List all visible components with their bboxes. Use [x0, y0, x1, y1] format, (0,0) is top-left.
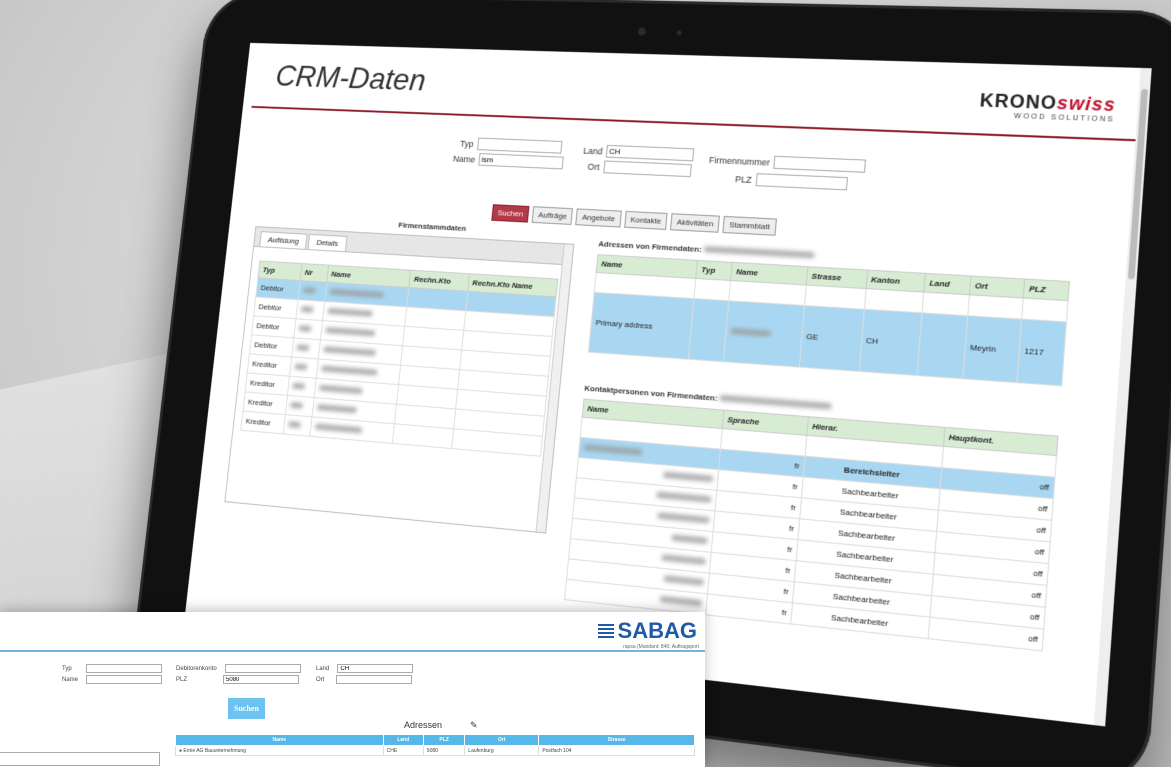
logo-brand: KRONO	[979, 90, 1058, 114]
sabag-land-label: Land	[316, 665, 330, 672]
row-name: ● Ernie AG Bauunternehmung	[175, 745, 384, 756]
firmennummer-label: Firmennummer	[708, 154, 771, 168]
logo-brand-accent: swiss	[1056, 92, 1117, 116]
row-ort: Laufenburg	[464, 745, 540, 756]
ort-label: Ort	[587, 161, 601, 172]
sabag-debitor-label: Debitorenkonto	[176, 665, 217, 672]
sabag-logo: SABAG	[597, 618, 697, 644]
plz-label: PLZ	[734, 173, 753, 185]
adressen-title-text: Adressen von Firmendaten:	[597, 239, 703, 255]
plz-field: PLZ	[734, 172, 848, 191]
sabag-typ-label: Typ	[62, 665, 72, 672]
ort-field: Ort	[587, 160, 692, 178]
typ-input[interactable]	[476, 137, 562, 154]
name-label: Name	[452, 153, 476, 164]
action-buttons: Suchen Aufträge Angebote Kontakte Aktivi…	[491, 204, 777, 236]
firmennummer-input[interactable]	[773, 155, 867, 173]
sabag-debitor-input[interactable]	[224, 664, 301, 673]
col-typ: Typ	[696, 260, 733, 281]
row-name-text: Ernie AG Bauunternehmung	[183, 747, 246, 754]
firmenstamm-panel: Auflistung Details Typ Nr Name Rechn.Kto…	[224, 226, 575, 534]
auftraege-button[interactable]: Aufträge	[531, 206, 574, 225]
sabag-adressen-title: Adressen	[404, 720, 443, 730]
sabag-plz-label: PLZ	[176, 676, 188, 683]
address-plz: 1217	[1016, 319, 1067, 386]
sabag-divider	[0, 650, 705, 652]
table-row[interactable]: ● Ernie AG Bauunternehmung CHE 5080 Lauf…	[175, 745, 695, 756]
address-name: Primary address	[588, 292, 695, 360]
typ-label: Typ	[459, 138, 475, 149]
sabag-ort-label: Ort	[316, 676, 325, 683]
sabag-typ-input[interactable]	[85, 664, 162, 673]
col-nr: Nr	[299, 263, 329, 283]
sabag-logo-text: SABAG	[617, 618, 697, 643]
adressen-panel: Name Typ Name Strasse Kanton Land Ort PL…	[585, 254, 1070, 409]
name-input[interactable]	[478, 153, 564, 170]
sabag-window: SABAG rapsa (Mandant: 840; Auftragsport …	[0, 612, 705, 767]
edit-icon[interactable]: ✎	[470, 720, 478, 731]
sabag-land-input[interactable]	[337, 664, 414, 673]
sabag-name-field: Name	[62, 675, 163, 684]
aktivitaeten-button[interactable]: Aktivitäten	[670, 213, 721, 233]
firmenstamm-table: Typ Nr Name Rechn.Kto Rechn.Kto Name Deb…	[240, 260, 558, 457]
address-ort: Meyrin	[962, 315, 1022, 383]
col-name: Name	[175, 734, 384, 746]
row-typ: Kreditor	[240, 411, 286, 434]
col-plz: PLZ	[422, 734, 466, 746]
row-plz: 5080	[422, 745, 466, 756]
tab-auflistung[interactable]: Auflistung	[259, 231, 308, 249]
plz-input[interactable]	[755, 173, 848, 191]
crm-header: CRM-Daten KRONOswiss WOOD SOLUTIONS	[251, 43, 1141, 142]
row-strasse: Postfach 104	[538, 745, 695, 756]
sabag-name-input[interactable]	[86, 675, 163, 684]
land-label: Land	[582, 145, 604, 156]
sabag-left-panel	[0, 752, 160, 766]
sabag-debitor-field: Debitorenkonto	[176, 664, 301, 673]
name-field: Name	[452, 152, 564, 170]
sabag-typ-field: Typ	[62, 664, 162, 673]
camera-icon	[637, 27, 647, 36]
typ-field: Typ	[460, 137, 562, 154]
kronoswiss-logo: KRONOswiss WOOD SOLUTIONS	[978, 90, 1117, 124]
tab-details[interactable]: Details	[307, 233, 348, 252]
sabag-ort-input[interactable]	[336, 675, 413, 684]
col-ort: Ort	[464, 734, 540, 746]
col-land: Land	[382, 734, 424, 746]
kontakte-button[interactable]: Kontakte	[623, 210, 668, 230]
sabag-logo-icon	[597, 624, 614, 638]
sabag-plz-input[interactable]	[223, 675, 300, 684]
address-land: CH	[858, 309, 923, 376]
sensor-icon	[676, 30, 682, 36]
search-form: Typ Name Land Ort Firmennummer	[429, 134, 923, 216]
sabag-search-button[interactable]: Suchen	[228, 698, 265, 719]
angebote-button[interactable]: Angebote	[575, 208, 622, 228]
page-scrollbar[interactable]	[1093, 67, 1152, 727]
ort-input[interactable]	[602, 160, 692, 178]
sabag-name-label: Name	[62, 676, 79, 683]
sabag-ort-field: Ort	[316, 675, 413, 684]
firmenstamm-title: Firmenstammdaten	[397, 220, 467, 233]
firmennummer-field: Firmennummer	[709, 153, 867, 173]
sabag-land-field: Land	[316, 664, 414, 673]
suchen-button[interactable]: Suchen	[491, 204, 530, 223]
land-input[interactable]	[605, 144, 695, 162]
stammblatt-button[interactable]: Stammblatt	[722, 215, 777, 236]
adressen-table: Name Typ Name Strasse Kanton Land Ort PL…	[588, 254, 1070, 386]
sabag-adressen-table: Name Land PLZ Ort Strasse ● Ernie AG Bau…	[175, 734, 695, 756]
sabag-plz-field: PLZ	[176, 675, 300, 684]
row-land: CHE	[382, 745, 424, 756]
land-field: Land	[582, 144, 695, 162]
col-strasse: Strasse	[538, 734, 695, 746]
address-kanton: GE	[799, 305, 864, 372]
